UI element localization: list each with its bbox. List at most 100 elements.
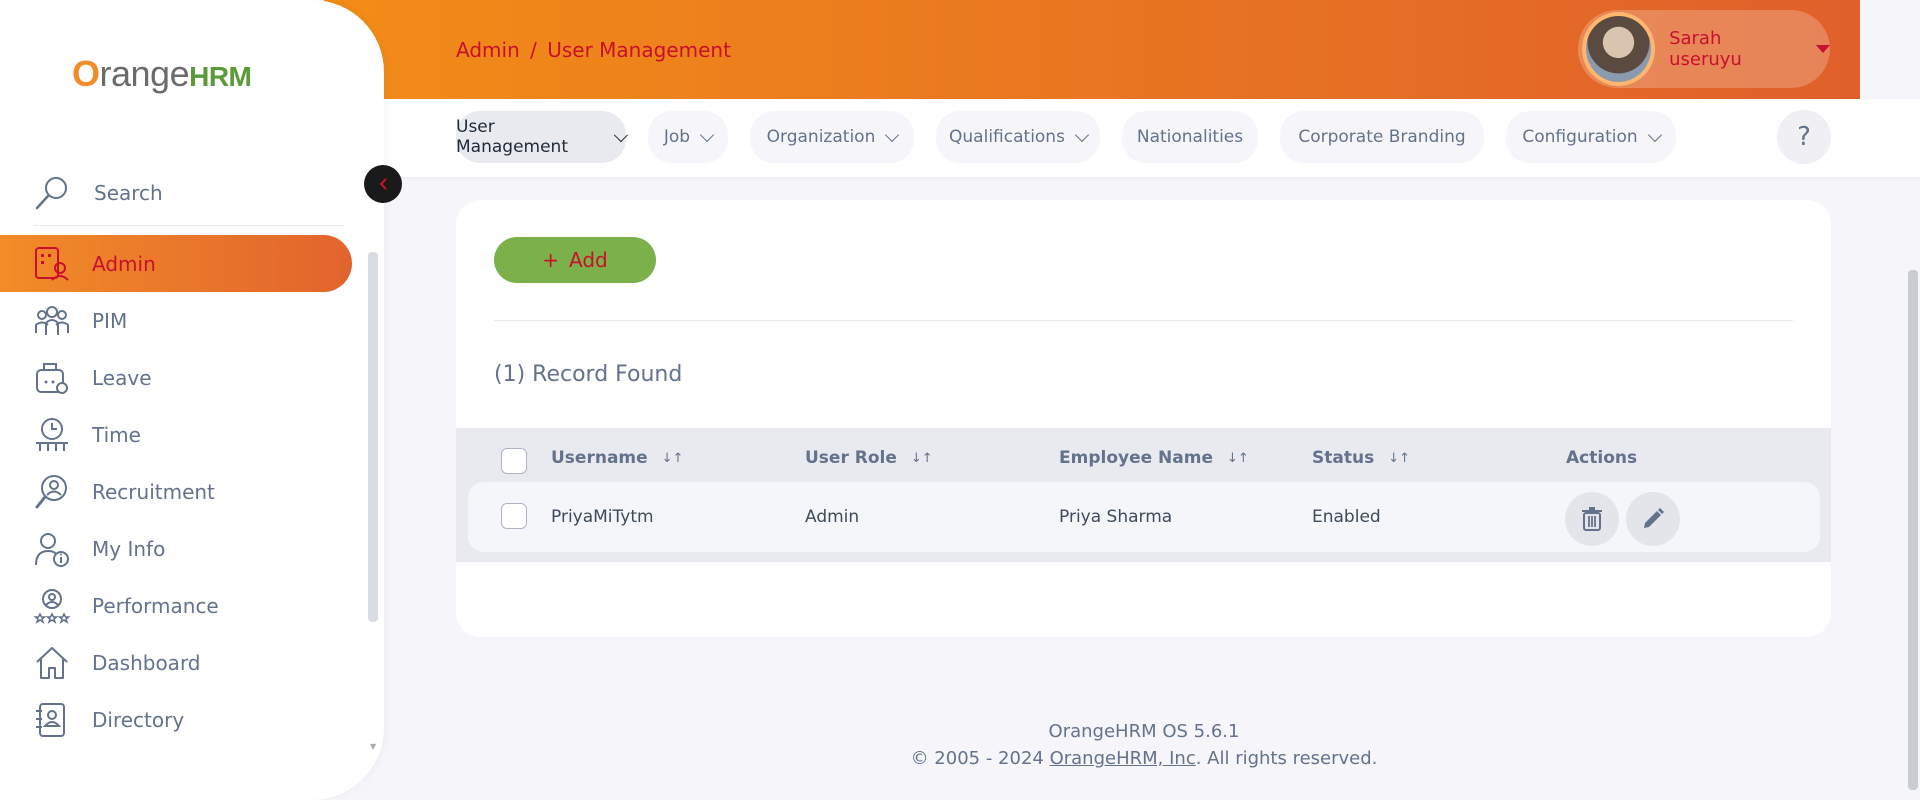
time-icon [36, 417, 68, 451]
sidebar-item-leave[interactable]: Leave [0, 349, 370, 406]
table-row[interactable]: PriyaMiTytm Admin Priya Sharma Enabled [468, 482, 1820, 552]
user-dropdown[interactable]: Sarah useruyu [1578, 10, 1830, 88]
select-all-checkbox[interactable] [501, 448, 527, 474]
search-input[interactable] [94, 180, 314, 205]
sidebar-item-label: Performance [92, 593, 219, 618]
copyright-prefix: © 2005 - 2024 [910, 748, 1050, 769]
tab-corporate-branding[interactable]: Corporate Branding [1280, 111, 1484, 163]
caret-down-icon [1816, 45, 1830, 53]
delete-button[interactable] [1565, 492, 1619, 546]
tab-label: Nationalities [1136, 127, 1244, 147]
footer: OrangeHRM OS 5.6.1 © 2005 - 2024 OrangeH… [384, 718, 1904, 772]
users-table: Username ↓↑ User Role ↓↑ Employee Name ↓… [456, 428, 1831, 562]
add-user-button[interactable]: + Add [494, 237, 656, 283]
sort-icon[interactable]: ↓↑ [662, 451, 684, 466]
column-header-employee-name[interactable]: Employee Name ↓↑ [1059, 448, 1249, 468]
users-card: + Add (1) Record Found Username ↓↑ User … [456, 200, 1831, 637]
sidebar-item-pim[interactable]: PIM [0, 292, 370, 349]
tab-job[interactable]: Job [648, 111, 728, 163]
page-scrollbar[interactable] [1908, 270, 1918, 790]
sidebar-item-label: Directory [92, 707, 185, 732]
pim-icon [35, 305, 69, 335]
sidebar-scrollbar[interactable] [368, 252, 378, 622]
records-count: (1) Record Found [494, 362, 683, 387]
sidebar-item-admin[interactable]: Admin [0, 235, 352, 292]
performance-icon [34, 588, 70, 624]
sidebar-item-label: Leave [92, 365, 152, 390]
chevron-down-icon [700, 127, 715, 142]
footer-version: OrangeHRM OS 5.6.1 [1048, 721, 1240, 742]
cell-user-role: Admin [805, 507, 860, 527]
sidebar-item-label: My Info [92, 536, 166, 561]
scroll-down-icon[interactable]: ▼ [370, 742, 376, 751]
column-label: Employee Name [1059, 448, 1214, 468]
sidebar-item-my-info[interactable]: My Info [0, 520, 370, 577]
cell-username: PriyaMiTytm [551, 507, 654, 527]
my-info-icon [35, 532, 69, 567]
column-label: User Role [805, 448, 897, 468]
directory-icon [36, 702, 65, 737]
brand-logo[interactable]: OrangeHRM [72, 46, 252, 102]
sort-icon[interactable]: ↓↑ [1388, 451, 1410, 466]
pencil-icon [1644, 508, 1664, 528]
column-header-status[interactable]: Status ↓↑ [1312, 448, 1410, 468]
sidebar-item-recruitment[interactable]: Recruitment [0, 463, 370, 520]
user-name: Sarah useruyu [1669, 28, 1742, 70]
chevron-down-icon [1647, 127, 1662, 142]
sidebar-item-label: Recruitment [92, 479, 215, 504]
help-label: ? [1797, 122, 1811, 152]
app-root: Admin / User Management Sarah useruyu Us… [0, 0, 1920, 800]
tab-nationalities[interactable]: Nationalities [1122, 111, 1258, 163]
chevron-down-icon [614, 127, 629, 142]
column-header-username[interactable]: Username ↓↑ [551, 448, 683, 468]
column-label: Actions [1566, 448, 1638, 468]
avatar [1582, 12, 1656, 86]
leave-icon [36, 362, 68, 394]
tab-label: User Management [456, 117, 568, 157]
help-button[interactable]: ? [1777, 110, 1831, 164]
tab-qualifications[interactable]: Qualifications [936, 111, 1100, 163]
tab-label: Corporate Branding [1298, 127, 1466, 147]
logo-text: OrangeHRM [72, 53, 252, 94]
sidebar-item-label: Time [92, 422, 141, 447]
sidebar-item-label: Dashboard [92, 650, 201, 675]
sidebar-nav: Admin PIM Leave Time Recruitment My Info… [0, 235, 370, 748]
cell-status: Enabled [1312, 507, 1381, 527]
tab-label: Configuration [1522, 127, 1638, 147]
edit-button[interactable] [1626, 492, 1680, 546]
tab-label: Organization [766, 127, 876, 147]
sort-icon[interactable]: ↓↑ [1227, 451, 1249, 466]
chevron-down-icon [1074, 127, 1090, 142]
cell-employee-name: Priya Sharma [1059, 507, 1173, 527]
sidebar-item-performance[interactable]: Performance [0, 577, 370, 634]
chevron-down-icon [885, 127, 900, 142]
recruitment-icon [35, 474, 67, 508]
column-header-user-role[interactable]: User Role ↓↑ [805, 448, 933, 468]
divider [494, 320, 1793, 321]
column-label: Status [1312, 448, 1375, 468]
sidebar: OrangeHRM Admin [0, 0, 384, 800]
sidebar-item-directory[interactable]: Directory [0, 691, 370, 748]
sidebar-item-label: PIM [92, 308, 128, 333]
sidebar-item-time[interactable]: Time [0, 406, 370, 463]
footer-copyright: © 2005 - 2024 OrangeHRM, Inc. All rights… [384, 745, 1904, 772]
tab-user-management[interactable]: User Management [456, 111, 629, 163]
company-link[interactable]: OrangeHRM, Inc [1050, 748, 1196, 769]
column-label: Username [551, 448, 648, 468]
top-menu: User Management Job Organization Qualifi… [384, 99, 1920, 177]
breadcrumb-module: Admin [456, 38, 520, 62]
collapse-sidebar-button[interactable] [364, 165, 402, 203]
chevron-left-icon [379, 178, 387, 190]
tab-organization[interactable]: Organization [750, 111, 914, 163]
table-header: Username ↓↑ User Role ↓↑ Employee Name ↓… [456, 428, 1831, 488]
breadcrumb-separator: / [530, 38, 537, 62]
dashboard-icon [36, 646, 68, 679]
admin-icon [35, 246, 69, 281]
sidebar-item-label: Admin [92, 251, 156, 276]
tab-configuration[interactable]: Configuration [1506, 111, 1676, 163]
sort-icon[interactable]: ↓↑ [911, 451, 933, 466]
tab-label: Job [663, 127, 691, 147]
sidebar-item-dashboard[interactable]: Dashboard [0, 634, 370, 691]
row-checkbox[interactable] [501, 503, 527, 529]
search-icon [35, 176, 67, 209]
